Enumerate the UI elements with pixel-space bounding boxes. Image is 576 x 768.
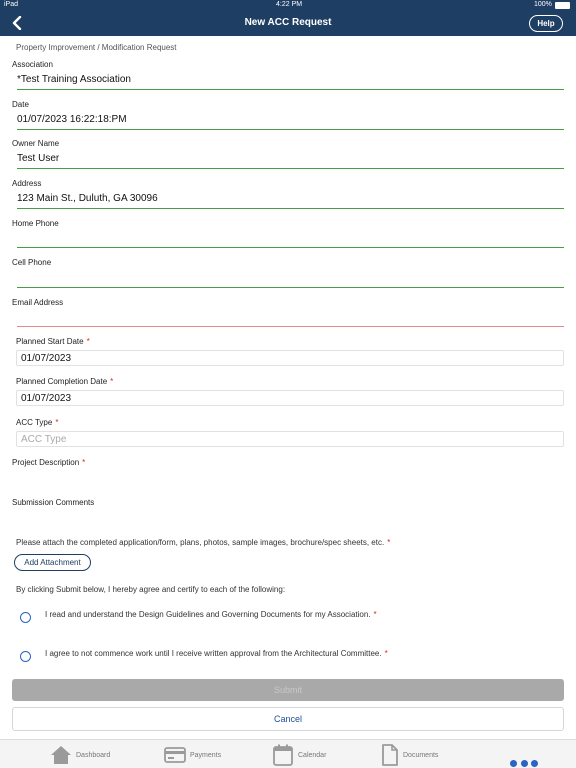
agreement-text-approval: I agree to not commence work until I rec… xyxy=(45,649,382,658)
home-phone-label: Home Phone xyxy=(12,219,59,228)
owner-name-field[interactable]: Owner Name Test User xyxy=(12,139,564,169)
email-field[interactable]: Email Address xyxy=(12,298,564,328)
date-field[interactable]: Date 01/07/2023 16:22:18:PM xyxy=(12,100,564,130)
chevron-left-icon xyxy=(12,16,22,30)
email-label: Email Address xyxy=(12,298,64,307)
association-field[interactable]: Association *Test Training Association xyxy=(12,60,564,90)
planned-completion-label: Planned Completion Date * xyxy=(16,377,113,386)
tab-documents[interactable]: Documents xyxy=(381,743,438,767)
cell-phone-label: Cell Phone xyxy=(12,258,52,267)
document-icon xyxy=(382,744,398,766)
battery-icon xyxy=(555,2,570,9)
submit-button[interactable]: Submit xyxy=(12,679,564,701)
association-label: Association xyxy=(12,60,53,69)
device-name: iPad xyxy=(4,1,19,8)
agreement-row-guidelines: I read and understand the Design Guideli… xyxy=(20,610,560,624)
project-description-label: Project Description * xyxy=(12,458,85,467)
project-description-label-text: Project Description xyxy=(12,458,80,467)
planned-start-input[interactable]: 01/07/2023 xyxy=(16,350,564,366)
form-header: Property Improvement / Modification Requ… xyxy=(16,43,177,52)
submission-comments-label: Submission Comments xyxy=(12,498,95,507)
required-marker: * xyxy=(82,458,86,467)
certify-statement: By clicking Submit below, I hereby agree… xyxy=(16,585,286,594)
tab-payments-label: Payments xyxy=(190,751,222,759)
agreement-radio-guidelines[interactable] xyxy=(20,612,31,623)
agreement-text-guidelines: I read and understand the Design Guideli… xyxy=(45,610,371,619)
acc-type-label: ACC Type * xyxy=(16,418,58,427)
owner-name-label: Owner Name xyxy=(12,139,60,148)
planned-start-label-text: Planned Start Date xyxy=(16,337,84,346)
required-marker: * xyxy=(384,649,388,658)
planned-start-label: Planned Start Date * xyxy=(16,337,90,346)
back-button[interactable] xyxy=(8,14,26,32)
cell-phone-field[interactable]: Cell Phone xyxy=(12,258,564,288)
attachment-instructions-text: Please attach the completed application/… xyxy=(16,538,385,547)
tab-calendar-label: Calendar xyxy=(298,751,327,759)
calendar-icon xyxy=(273,744,293,766)
credit-card-icon xyxy=(164,747,186,763)
dot-icon xyxy=(531,760,538,767)
home-phone-underline xyxy=(17,247,564,248)
address-value: 123 Main St., Duluth, GA 30096 xyxy=(17,193,158,204)
email-underline xyxy=(17,326,564,327)
tab-payments[interactable]: Payments xyxy=(164,743,221,767)
required-marker: * xyxy=(373,610,377,619)
acc-type-select[interactable]: ACC Type xyxy=(16,431,564,447)
association-underline xyxy=(17,89,564,90)
navigation-bar: New ACC Request Help xyxy=(0,11,576,36)
house-icon xyxy=(51,746,71,764)
add-attachment-button[interactable]: Add Attachment xyxy=(14,554,91,571)
dot-icon xyxy=(520,760,528,767)
dot-icon xyxy=(510,760,517,767)
association-value: *Test Training Association xyxy=(17,74,131,85)
date-value: 01/07/2023 16:22:18:PM xyxy=(17,114,127,125)
cancel-button[interactable]: Cancel xyxy=(12,707,564,731)
required-marker: * xyxy=(55,418,59,427)
more-menu-button[interactable] xyxy=(510,760,538,768)
status-bar: iPad 4:22 PM 100% xyxy=(0,0,576,11)
tab-documents-label: Documents xyxy=(403,751,439,759)
required-marker: * xyxy=(387,538,391,547)
planned-completion-input[interactable]: 01/07/2023 xyxy=(16,390,564,406)
acc-type-label-text: ACC Type xyxy=(16,418,53,427)
home-phone-value xyxy=(12,233,564,247)
email-value xyxy=(12,312,564,326)
tab-dashboard[interactable]: Dashboard xyxy=(50,743,110,767)
date-label: Date xyxy=(12,100,29,109)
tab-calendar[interactable]: Calendar xyxy=(272,743,326,767)
agreement-label-guidelines: I read and understand the Design Guideli… xyxy=(45,610,377,619)
battery-percent: 100% xyxy=(534,1,552,8)
tab-bar: Dashboard Payments Calendar Documents xyxy=(0,739,576,768)
date-underline xyxy=(17,129,564,130)
page-title: New ACC Request xyxy=(244,17,332,28)
attachment-instructions: Please attach the completed application/… xyxy=(16,538,390,547)
status-time: 4:22 PM xyxy=(276,1,303,8)
agreement-row-approval: I agree to not commence work until I rec… xyxy=(20,649,560,663)
required-marker: * xyxy=(86,337,90,346)
address-field[interactable]: Address 123 Main St., Duluth, GA 30096 xyxy=(12,179,564,209)
submission-comments-input[interactable] xyxy=(12,510,564,532)
tab-dashboard-label: Dashboard xyxy=(76,751,111,759)
home-phone-field[interactable]: Home Phone xyxy=(12,219,564,249)
cell-phone-underline xyxy=(17,287,564,288)
required-marker: * xyxy=(110,377,114,386)
agreement-radio-approval[interactable] xyxy=(20,651,31,662)
help-button[interactable]: Help xyxy=(529,15,563,32)
owner-name-value: Test User xyxy=(17,153,60,164)
cell-phone-value xyxy=(12,272,564,286)
planned-completion-label-text: Planned Completion Date xyxy=(16,377,108,386)
agreement-label-approval: I agree to not commence work until I rec… xyxy=(45,649,388,658)
address-label: Address xyxy=(12,179,42,188)
owner-name-underline xyxy=(17,168,564,169)
project-description-input[interactable] xyxy=(12,470,564,492)
address-underline xyxy=(17,208,564,209)
